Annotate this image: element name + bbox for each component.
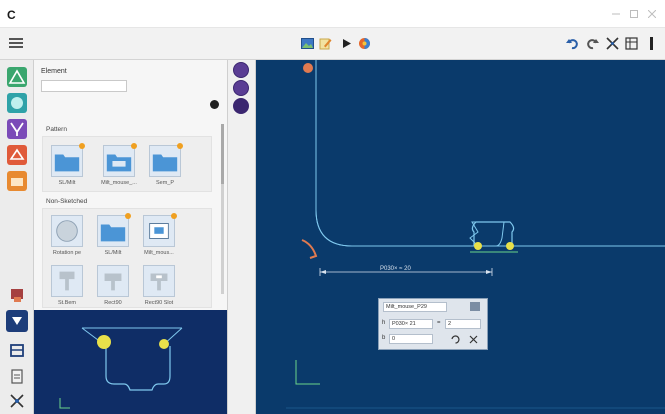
dimension-label[interactable]: P030× ≈ 20 bbox=[380, 266, 411, 272]
height-label: h bbox=[382, 320, 386, 326]
library-item-label: Sem_P bbox=[155, 180, 175, 186]
element-search-input[interactable] bbox=[41, 80, 127, 92]
folder-thumb-icon bbox=[51, 145, 83, 177]
library-icon bbox=[12, 317, 22, 325]
more-icon[interactable] bbox=[645, 37, 658, 50]
left-tool-rail bbox=[0, 60, 34, 414]
favorite-star-icon bbox=[125, 213, 131, 219]
dialog-menu-icon[interactable] bbox=[470, 302, 480, 311]
panel-splitter[interactable] bbox=[228, 60, 256, 414]
grid-icon[interactable] bbox=[625, 37, 638, 50]
anchor-point-top[interactable] bbox=[303, 63, 313, 73]
edit-icon[interactable] bbox=[319, 37, 332, 50]
library-item[interactable]: Rect90 bbox=[95, 265, 131, 311]
library-section: SL/Milt Milt_mouse_... Sem_P bbox=[42, 136, 212, 192]
undo-icon[interactable] bbox=[566, 37, 579, 50]
folder-icon[interactable] bbox=[6, 170, 28, 192]
maximize-icon[interactable] bbox=[630, 10, 638, 18]
canvas-drawing: P030× ≈ 20 bbox=[286, 60, 665, 409]
library-item-label: Rect90 bbox=[104, 300, 122, 306]
element-label: Element bbox=[41, 68, 67, 75]
panel-bottom-button[interactable] bbox=[233, 98, 249, 114]
dimension-edit-dialog: Milt_mouse_P29 h P030× 21 = 2 b 0 bbox=[378, 298, 488, 350]
library-item[interactable]: Sem_P bbox=[147, 143, 183, 191]
shield-icon[interactable] bbox=[6, 118, 28, 140]
reset-icon[interactable] bbox=[469, 335, 478, 344]
rotation-thumb-icon bbox=[51, 215, 83, 247]
mouse-slot-thumb-icon bbox=[143, 215, 175, 247]
refresh-icon[interactable] bbox=[451, 335, 460, 344]
base-field[interactable]: 0 bbox=[389, 334, 433, 344]
section-title: Pattern bbox=[46, 126, 67, 133]
minimize-icon[interactable] bbox=[612, 10, 620, 18]
stem-thumb-icon bbox=[51, 265, 83, 297]
close-icon[interactable] bbox=[648, 10, 656, 18]
library-item[interactable]: Rotation pe bbox=[49, 215, 85, 261]
rect-slot-thumb-icon bbox=[143, 265, 175, 297]
base-label: b bbox=[382, 335, 386, 341]
preview-drawing bbox=[59, 327, 183, 409]
library-section: Rotation pe SL/Milt Milt_mous... St.Bem bbox=[42, 208, 212, 308]
hamburger-menu-icon[interactable] bbox=[9, 37, 23, 49]
fill-icon[interactable] bbox=[6, 92, 28, 114]
redo-icon[interactable] bbox=[586, 37, 599, 50]
library-item-label: St.Bem bbox=[57, 300, 77, 306]
title-bar: C bbox=[0, 0, 665, 28]
library-item-label: Milt_mouse_... bbox=[101, 180, 137, 186]
library-item-label: SL/Milt bbox=[58, 180, 76, 186]
library-item[interactable]: Milt_mous... bbox=[141, 213, 177, 261]
mouse-slot-thumb-icon bbox=[103, 145, 135, 177]
split-icon[interactable] bbox=[6, 390, 28, 412]
toolbar bbox=[0, 28, 665, 60]
favorite-star-icon bbox=[171, 213, 177, 219]
panel-top-button[interactable] bbox=[233, 62, 249, 78]
section-title: Non-Sketched bbox=[46, 198, 88, 205]
library-toggle-icon[interactable] bbox=[210, 100, 219, 109]
folder-thumb-icon bbox=[149, 145, 181, 177]
slot-point-left[interactable] bbox=[474, 242, 482, 250]
clipboard-icon[interactable] bbox=[6, 366, 28, 388]
shapes-icon[interactable] bbox=[6, 66, 28, 88]
favorite-star-icon bbox=[79, 143, 85, 149]
library-item-label: SL/Milt bbox=[104, 250, 122, 256]
library-item[interactable]: Milt_mouse_... bbox=[101, 143, 137, 191]
library-item-label: Rect90 Slot bbox=[144, 300, 174, 306]
library-button[interactable] bbox=[6, 310, 28, 332]
design-canvas[interactable]: P030× ≈ 20 bbox=[256, 60, 665, 414]
origin-axes bbox=[295, 360, 320, 385]
element-library-panel: Element Pattern SL/Milt Milt_mouse_... S… bbox=[34, 60, 228, 310]
camera-icon[interactable] bbox=[6, 284, 28, 306]
library-item[interactable]: St.Bem bbox=[49, 265, 85, 311]
snap-icon[interactable] bbox=[606, 37, 619, 50]
library-scrollbar-thumb[interactable] bbox=[221, 124, 224, 184]
image-icon[interactable] bbox=[301, 37, 314, 50]
library-item[interactable]: SL/Milt bbox=[49, 143, 85, 191]
profile-icon[interactable] bbox=[6, 144, 28, 166]
globe-icon[interactable] bbox=[358, 37, 371, 50]
library-scrollbar[interactable] bbox=[221, 124, 224, 294]
library-item-label: Milt_mous... bbox=[144, 250, 174, 256]
app-logo-icon: C bbox=[7, 8, 16, 20]
favorite-star-icon bbox=[131, 143, 137, 149]
height-formula-field[interactable]: P030× 21 bbox=[389, 319, 433, 329]
library-item[interactable]: SL/Milt bbox=[95, 213, 131, 261]
folder-thumb-icon bbox=[97, 215, 129, 247]
board-icon[interactable] bbox=[6, 340, 28, 362]
rect-thumb-icon bbox=[97, 265, 129, 297]
slot-point-right[interactable] bbox=[506, 242, 514, 250]
preview-point-right bbox=[159, 339, 169, 349]
library-item[interactable]: Rect90 Slot bbox=[141, 265, 177, 311]
panel-middle-button[interactable] bbox=[233, 80, 249, 96]
dialog-title[interactable]: Milt_mouse_P29 bbox=[383, 302, 447, 312]
height-result-field[interactable]: 2 bbox=[445, 319, 481, 329]
element-preview-pane bbox=[34, 310, 228, 414]
favorite-star-icon bbox=[177, 143, 183, 149]
preview-point-left bbox=[97, 335, 111, 349]
play-icon[interactable] bbox=[340, 37, 353, 50]
equals-label: = bbox=[437, 320, 441, 326]
anchor-point-corner[interactable] bbox=[301, 239, 318, 259]
part-outline bbox=[315, 60, 665, 247]
library-item-label: Rotation pe bbox=[52, 250, 82, 256]
app-logo-text: C bbox=[7, 8, 16, 20]
